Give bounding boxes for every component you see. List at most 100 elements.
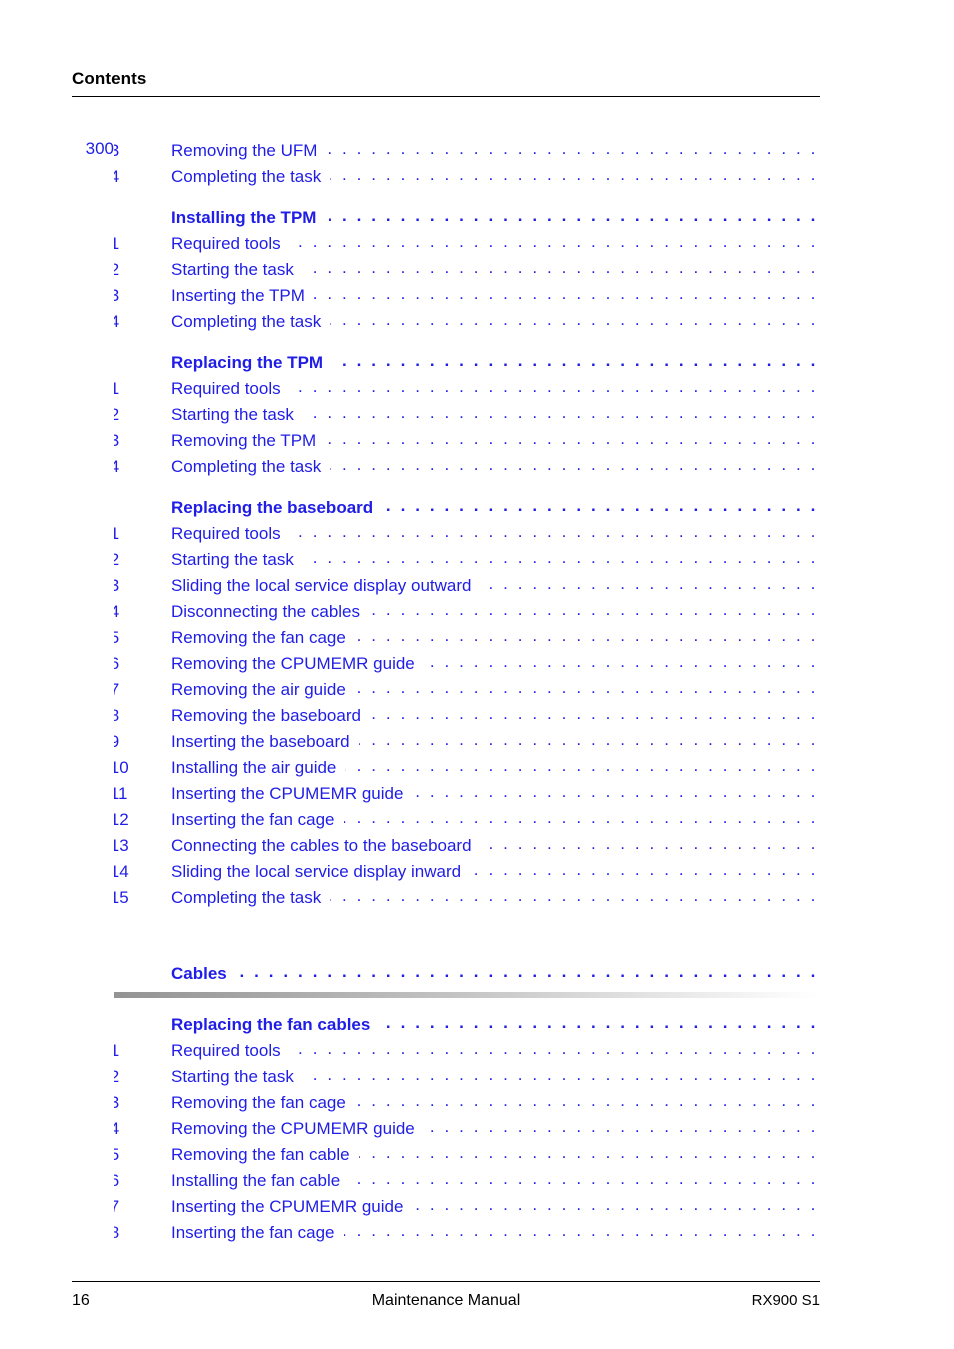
toc-entry[interactable]: 14.4.1Required tools270 xyxy=(72,139,820,1349)
toc-entry[interactable]: 14.6.6Removing the CPUMEMR guide281 xyxy=(72,139,820,1349)
toc-entry[interactable]: 14.6.8Removing the baseboard283 xyxy=(72,139,820,1349)
toc-entry-label: Completing the task xyxy=(171,312,322,331)
toc-entry[interactable]: 14.3.4Completing the task269 xyxy=(72,139,820,1349)
toc-dot-leader xyxy=(470,860,818,877)
toc-entry-label: Connecting the cables to the baseboard xyxy=(171,836,472,855)
toc-entry-label: Completing the task xyxy=(171,888,322,907)
toc-entry[interactable]: 14.5.2Starting the task274 xyxy=(72,139,820,1349)
toc-entry[interactable]: 14.6.13Connecting the cables to the base… xyxy=(72,139,820,1349)
toc-dot-leader xyxy=(325,429,818,446)
page-footer: 16 Maintenance Manual RX900 S1 xyxy=(72,1281,820,1322)
toc-entry-label: Replacing the fan cables xyxy=(171,1015,371,1034)
toc-entry[interactable]: 14.6.9Inserting the baseboard284 xyxy=(72,139,820,1349)
toc-entry-label: Inserting the CPUMEMR guide xyxy=(171,1197,404,1216)
footer-document-title: Maintenance Manual xyxy=(371,1292,521,1309)
toc-dot-leader xyxy=(344,808,818,825)
toc-entry-label: Required tools xyxy=(171,1041,281,1060)
toc-entry-label: Removing the TPM xyxy=(171,431,317,450)
toc-dot-leader xyxy=(240,962,818,979)
table-of-contents: 14.3.3Removing the UFM26814.3.4Completin… xyxy=(72,139,820,1349)
toc-entry[interactable]: 14.5.1Required tools273 xyxy=(72,139,820,1349)
toc-dot-leader xyxy=(326,139,818,156)
toc-dot-leader xyxy=(412,1195,818,1212)
toc-entry[interactable]: 15.1Replacing the fan cables292 xyxy=(72,139,820,1349)
toc-entry[interactable]: 14.6Replacing the baseboard276 xyxy=(72,139,820,1349)
toc-dot-leader xyxy=(303,258,818,275)
toc-entry[interactable]: 14.6.12Inserting the fan cage287 xyxy=(72,139,820,1349)
toc-entry-label: Inserting the fan cage xyxy=(171,1223,335,1242)
toc-entry-label: Removing the CPUMEMR guide xyxy=(171,654,415,673)
toc-dot-leader xyxy=(481,574,819,591)
toc-entry[interactable]: 14.4.3Inserting the TPM271 xyxy=(72,139,820,1349)
toc-entry[interactable]: 14.6.15Completing the task289 xyxy=(72,139,820,1349)
toc-dot-leader xyxy=(330,886,818,903)
toc-entry-label: Required tools xyxy=(171,524,281,543)
toc-entry-label: Sliding the local service display inward xyxy=(171,862,462,881)
toc-entry[interactable]: 14.6.5Removing the fan cage280 xyxy=(72,139,820,1349)
toc-entry[interactable]: 14.4Installing the TPM270 xyxy=(72,139,820,1349)
toc-dot-leader xyxy=(355,626,818,643)
toc-entry[interactable]: 14.4.4Completing the task272 xyxy=(72,139,820,1349)
toc-group: 14.6Replacing the baseboard27614.6.1Requ… xyxy=(72,139,820,1349)
toc-entry-label: Inserting the TPM xyxy=(171,286,305,305)
toc-dot-leader xyxy=(303,548,818,565)
toc-entry-label: Removing the air guide xyxy=(171,680,346,699)
toc-entry-label: Required tools xyxy=(171,379,281,398)
toc-entry[interactable]: 14.6.11Inserting the CPUMEMR guide286 xyxy=(72,139,820,1349)
toc-entry[interactable]: 15.1.4Removing the CPUMEMR guide294 xyxy=(72,139,820,1349)
toc-entry-label: Completing the task xyxy=(171,167,322,186)
toc-group: 14.3.3Removing the UFM26814.3.4Completin… xyxy=(72,139,820,1349)
toc-dot-leader xyxy=(412,782,818,799)
toc-dot-leader xyxy=(386,496,818,513)
toc-entry[interactable]: 15.1.8Inserting the fan cage300 xyxy=(72,139,820,1349)
toc-entry-label: Installing the TPM xyxy=(171,208,317,227)
toc-dot-leader xyxy=(303,403,818,420)
toc-entry[interactable]: 14.6.4Disconnecting the cables279 xyxy=(72,139,820,1349)
toc-entry[interactable]: 14.6.2Starting the task277 xyxy=(72,139,820,1349)
toc-entry-label: Removing the fan cage xyxy=(171,628,346,647)
toc-dot-leader xyxy=(290,232,818,249)
toc-dot-leader xyxy=(355,1091,818,1108)
toc-entry[interactable]: 14.5Replacing the TPM273 xyxy=(72,139,820,1349)
toc-entry[interactable]: 14.5.3Removing the TPM274 xyxy=(72,139,820,1349)
toc-entry[interactable]: 14.3.3Removing the UFM268 xyxy=(72,139,820,1349)
toc-entry-label: Inserting the CPUMEMR guide xyxy=(171,784,404,803)
toc-entry[interactable]: 15.1.6Installing the fan cable297 xyxy=(72,139,820,1349)
toc-entry[interactable]: 14.4.2Starting the task270 xyxy=(72,139,820,1349)
toc-group: 15Cables291 xyxy=(72,139,820,1349)
toc-entry[interactable]: 15.1.3Removing the fan cage293 xyxy=(72,139,820,1349)
toc-entry-label: Starting the task xyxy=(171,260,294,279)
toc-dot-leader xyxy=(290,522,818,539)
toc-entry[interactable]: 14.6.14Sliding the local service display… xyxy=(72,139,820,1349)
toc-entry[interactable]: 14.6.1Required tools277 xyxy=(72,139,820,1349)
toc-entry[interactable]: 14.6.7Removing the air guide282 xyxy=(72,139,820,1349)
footer-divider xyxy=(72,1281,820,1282)
toc-entry-label: Replacing the baseboard xyxy=(171,498,374,517)
toc-entry-label: Replacing the TPM xyxy=(171,353,324,372)
toc-dot-leader xyxy=(344,1221,818,1238)
toc-entry[interactable]: 15Cables291 xyxy=(72,139,820,1349)
toc-entry[interactable]: 14.6.3Sliding the local service display … xyxy=(72,139,820,1349)
footer-row: 16 Maintenance Manual RX900 S1 xyxy=(72,1292,820,1322)
toc-entry[interactable]: 15.1.7Inserting the CPUMEMR guide299 xyxy=(72,139,820,1349)
toc-entry-label: Inserting the baseboard xyxy=(171,732,350,751)
toc-entry-label: Starting the task xyxy=(171,550,294,569)
toc-entry-label: Cables xyxy=(171,964,227,983)
toc-dot-leader xyxy=(359,730,818,747)
toc-dot-leader xyxy=(330,455,818,472)
toc-dot-leader xyxy=(330,165,818,182)
toc-entry[interactable]: 15.1.1Required tools292 xyxy=(72,139,820,1349)
toc-dot-leader xyxy=(383,1013,818,1030)
toc-entry[interactable]: 15.1.5Removing the fan cable295 xyxy=(72,139,820,1349)
toc-dot-leader xyxy=(314,284,818,301)
toc-dot-leader xyxy=(424,1117,818,1134)
toc-dot-leader xyxy=(355,678,818,695)
toc-entry[interactable]: 14.6.10Installing the air guide285 xyxy=(72,139,820,1349)
toc-entry-label: Sliding the local service display outwar… xyxy=(171,576,472,595)
toc-entry[interactable]: 15.1.2Starting the task292 xyxy=(72,139,820,1349)
toc-entry-label: Required tools xyxy=(171,234,281,253)
toc-entry-label: Removing the fan cable xyxy=(171,1145,350,1164)
toc-dot-leader xyxy=(330,310,818,327)
toc-group: 14.4Installing the TPM27014.4.1Required … xyxy=(72,139,820,1349)
toc-entry[interactable]: 14.5.4Completing the task275 xyxy=(72,139,820,1349)
